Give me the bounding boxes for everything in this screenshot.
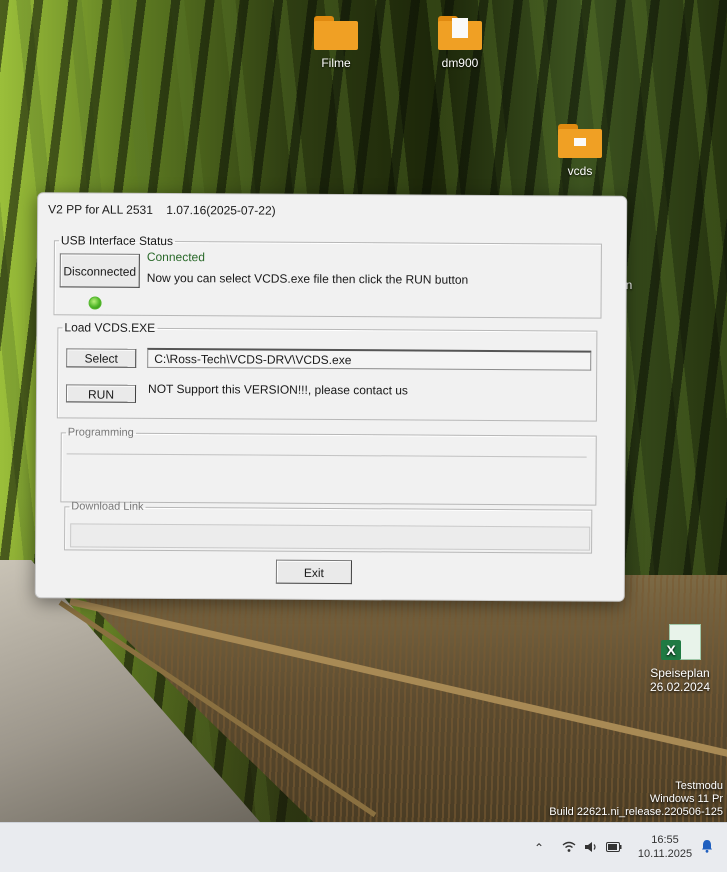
select-button[interactable]: Select [66,348,137,368]
watermark-line: Windows 11 Pr [649,793,723,805]
os-watermark: Testmodu Windows 11 Pr Build 22621.ni_re… [549,780,723,819]
desktop-icon-label: Speiseplan 26.02.2024 [649,666,711,694]
disconnected-button[interactable]: Disconnected [59,253,140,288]
window-title-version: 1.07.16(2025-07-22) [166,202,276,218]
run-status-message: NOT Support this VERSION!!!, please cont… [148,381,408,398]
battery-icon[interactable] [606,841,622,855]
load-vcds-group: Load VCDS.EXE [56,320,598,422]
wifi-icon[interactable] [562,841,576,856]
desktop-icon-label: Filme [321,56,351,70]
clock-time: 16:55 [651,834,679,846]
chevron-up-icon[interactable]: ⌃ [534,841,544,855]
run-button[interactable]: RUN [65,384,137,403]
desktop-icon-filme[interactable]: Filme [296,16,376,70]
folder-icon [558,124,602,158]
desktop-icon-vcds[interactable]: vcds [540,124,620,178]
download-link-field[interactable] [70,523,591,551]
download-group-legend: Download Link [71,500,144,513]
taskbar-clock[interactable]: 16:55 10.11.2025 [632,833,698,861]
folder-icon [314,16,358,50]
watermark-line: Testmodu [675,780,723,792]
desktop-icon-label: vcds [567,164,593,178]
window-title: V2 PP for ALL 2531 1.07.16(2025-07-22) [48,202,286,217]
status-led-icon [88,296,102,310]
app-window: V2 PP for ALL 2531 1.07.16(2025-07-22) U… [34,192,628,602]
programming-group: Programming [60,426,597,506]
usb-status-message: Now you can select VCDS.exe file then cl… [146,270,469,287]
excel-file-icon: X [659,624,701,662]
bell-icon[interactable] [701,839,713,858]
clock-date: 10.11.2025 [637,848,693,860]
usb-group-legend: USB Interface Status [60,233,174,249]
taskbar: ⌃ 16:55 10.11.2025 [0,822,727,872]
usb-status-text: Connected [146,249,205,265]
programming-group-legend: Programming [67,426,134,439]
load-group-legend: Load VCDS.EXE [64,320,156,335]
window-title-app: V2 PP for ALL 2531 [48,202,153,217]
desktop-icon-label: dm900 [441,56,479,70]
watermark-line: Build 22621.ni_release.220506-125 [549,806,723,818]
exit-button[interactable]: Exit [275,559,353,585]
folder-icon [438,16,482,50]
vcds-path-input[interactable] [147,347,592,371]
desktop-icon-dm900[interactable]: dm900 [420,16,500,70]
volume-icon[interactable] [584,841,598,856]
desktop-icon-speiseplan[interactable]: X Speiseplan 26.02.2024 [640,624,720,694]
